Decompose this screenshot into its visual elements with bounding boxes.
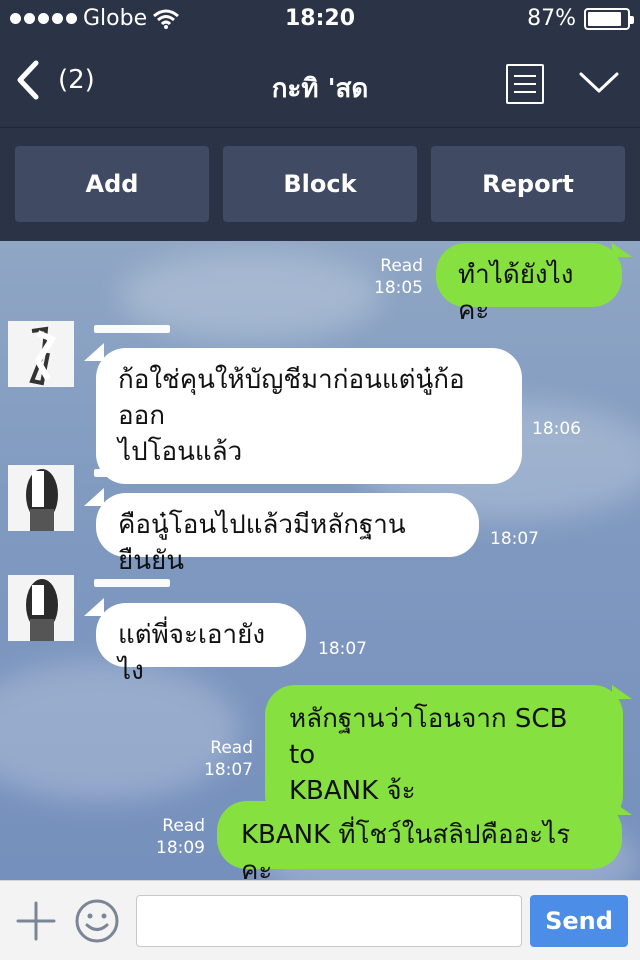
- avatar[interactable]: [8, 321, 74, 387]
- message-bubble-outgoing[interactable]: KBANK ที่โชว์ในสลิปคืออะไรคะ: [217, 801, 622, 880]
- message-input[interactable]: [136, 895, 522, 947]
- block-button[interactable]: Block: [223, 146, 417, 222]
- message-list[interactable]: Read 18:05 ทำได้ยังไงคะ ก้อใช่คุนให้บัญช…: [0, 241, 640, 880]
- message-time: 18:07: [318, 639, 367, 659]
- smiley-icon: [75, 899, 119, 943]
- status-bar: Globe 18:20 87%: [0, 0, 640, 40]
- read-receipt: Read 18:07: [204, 738, 253, 780]
- battery-percent: 87%: [527, 6, 576, 31]
- chat-header: (2) กะทิ 'สด: [0, 40, 640, 128]
- message-time: 18:07: [490, 529, 539, 549]
- chevron-down-icon: [579, 72, 619, 93]
- emoji-button[interactable]: [74, 898, 120, 944]
- sender-name-redacted: [94, 579, 170, 587]
- sender-name-redacted: [94, 325, 170, 333]
- avatar[interactable]: [8, 575, 74, 641]
- message-time: 18:06: [532, 419, 581, 439]
- battery-group: 87%: [527, 6, 634, 31]
- message-bubble-incoming[interactable]: แต่พี่จะเอายังไง: [96, 603, 306, 686]
- avatar[interactable]: [8, 465, 74, 531]
- sender-name-redacted: [94, 469, 170, 477]
- report-button[interactable]: Report: [431, 146, 625, 222]
- read-receipt: Read 18:05: [374, 256, 423, 298]
- read-receipt: Read 18:09: [156, 816, 205, 858]
- message-bubble-outgoing[interactable]: ทำได้ยังไงคะ: [436, 243, 622, 326]
- battery-icon: [584, 7, 634, 30]
- menu-button[interactable]: [506, 64, 544, 104]
- expand-button[interactable]: [578, 70, 620, 100]
- action-bar: Add Block Report: [0, 129, 640, 241]
- message-bubble-incoming[interactable]: คือนู๋โอนไปแล้วมีหลักฐานยืนยัน: [96, 493, 479, 576]
- composer: Send: [0, 880, 640, 960]
- add-button[interactable]: Add: [15, 146, 209, 222]
- message-bubble-incoming[interactable]: ก้อใช่คุนให้บัญชีมาก่อนแต่นู๋ก้อออก ไปโอ…: [96, 348, 522, 484]
- plus-icon: [16, 901, 56, 941]
- chat-title: กะทิ 'สด: [271, 74, 369, 104]
- send-button[interactable]: Send: [530, 895, 628, 947]
- add-attachment-button[interactable]: [16, 901, 56, 941]
